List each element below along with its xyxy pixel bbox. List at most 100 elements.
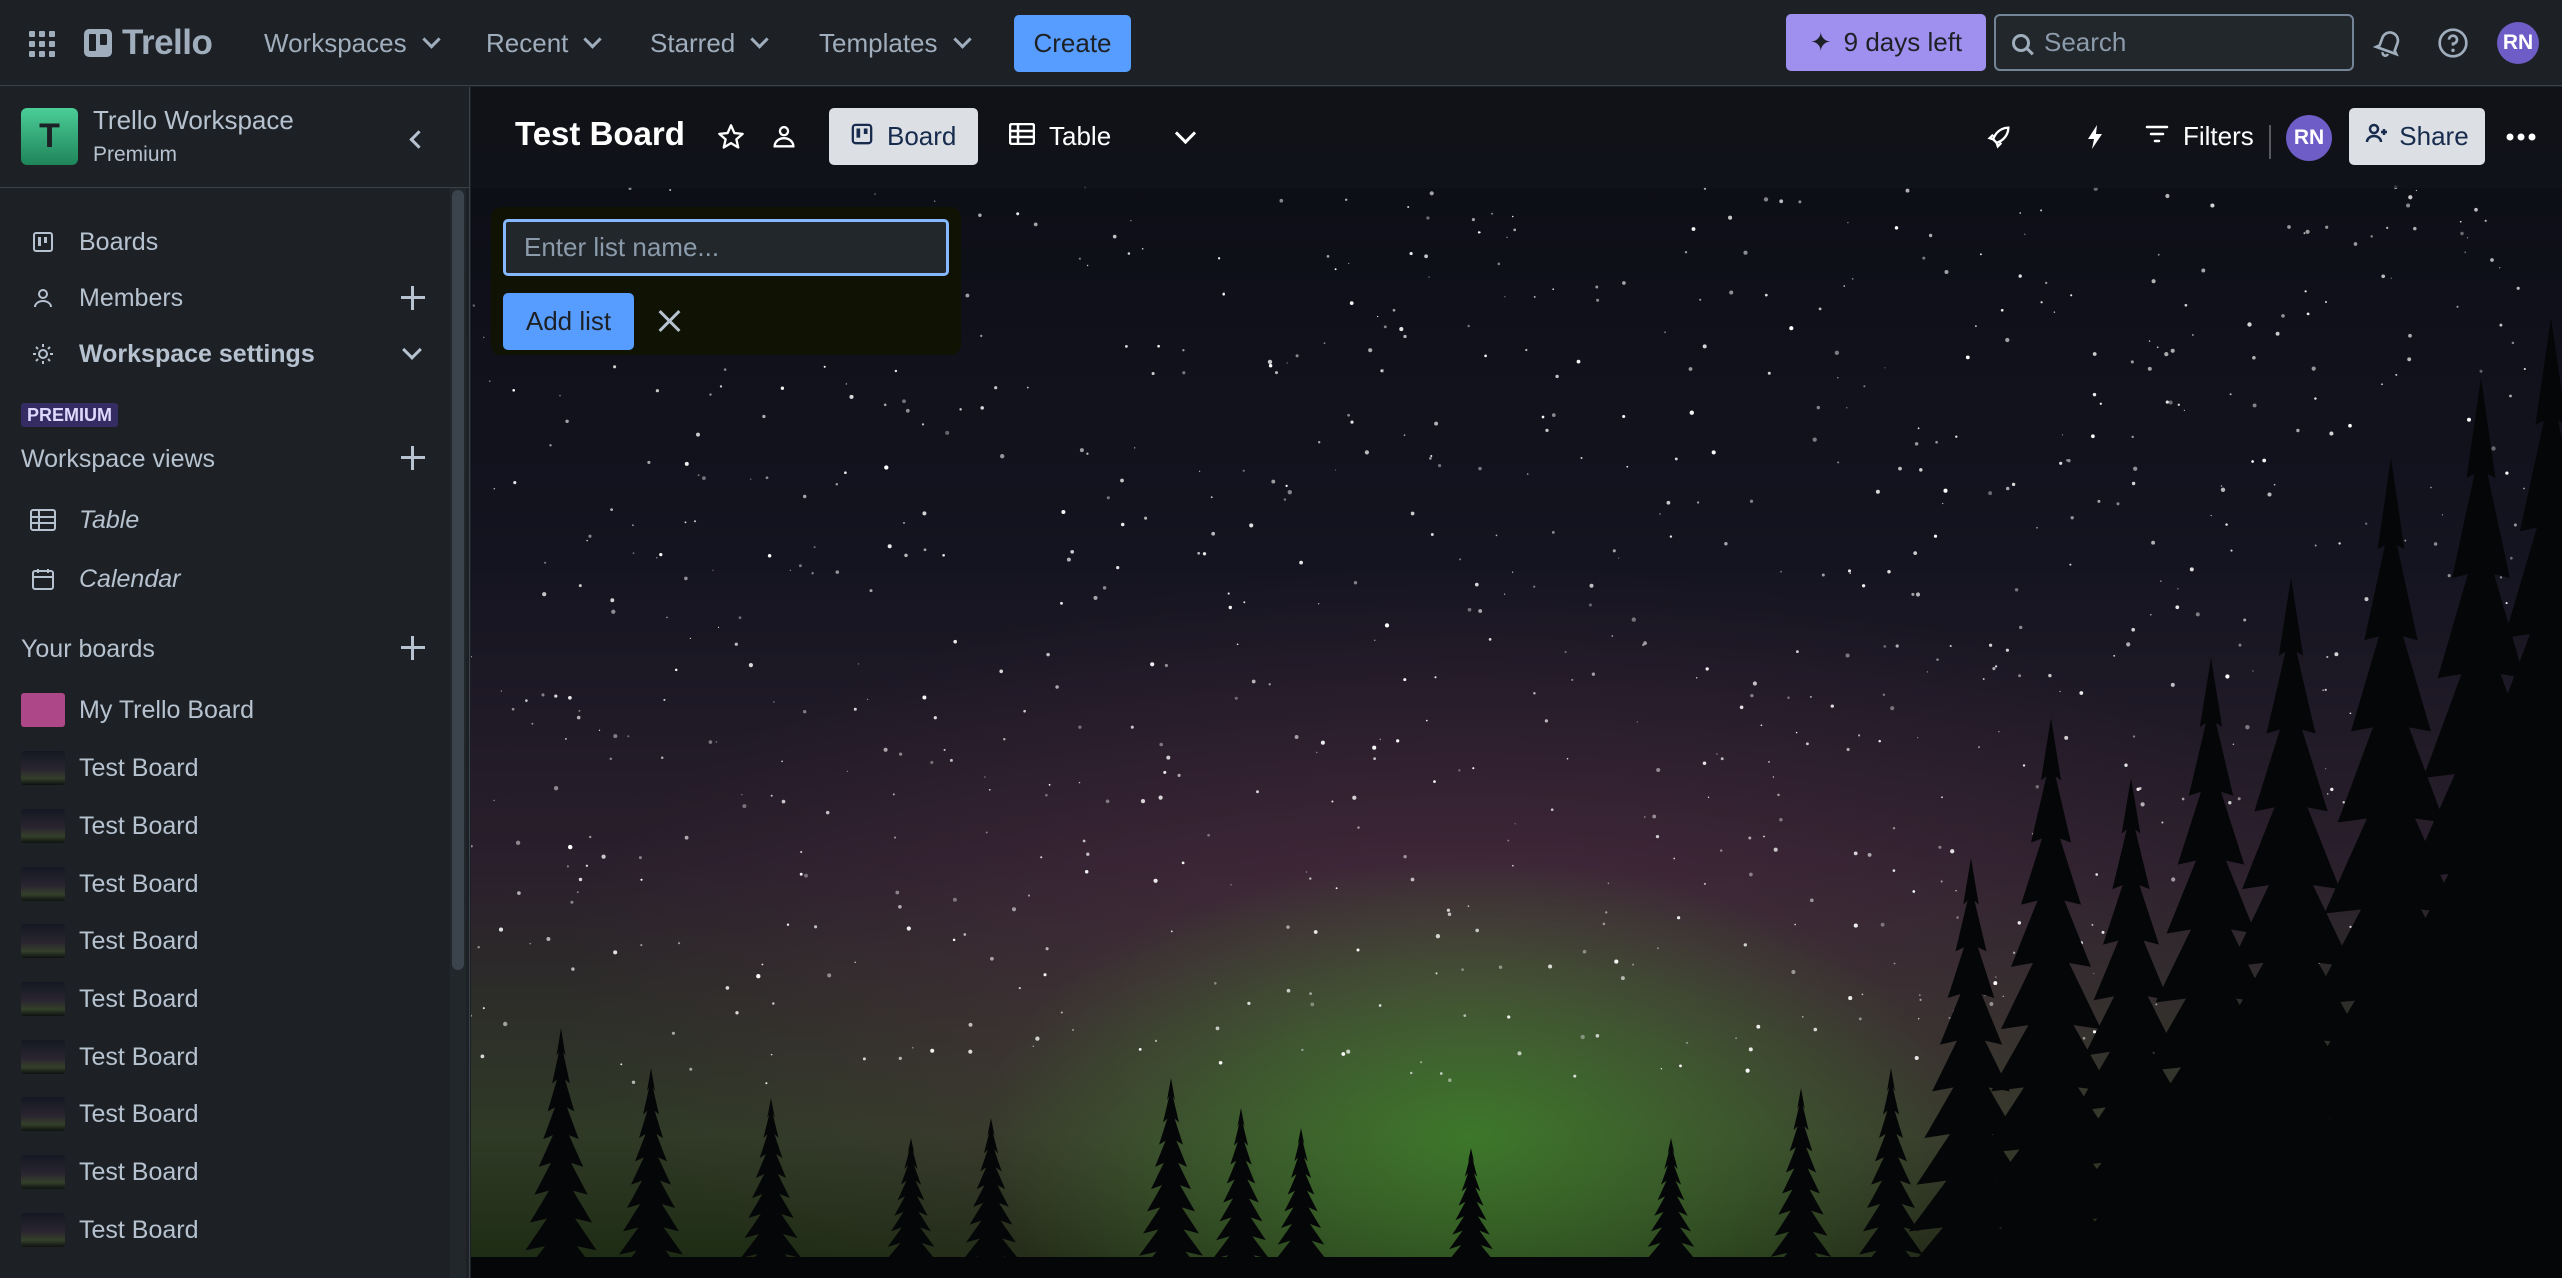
board-thumbnail [21,867,65,901]
templates-menu-label: Templates [819,27,938,58]
share-button[interactable]: Share [2349,108,2485,165]
more-views-chevron-icon[interactable] [1165,117,1205,157]
workspace-sidebar: T Trello Workspace Premium Boards Member… [0,87,470,1278]
sidebar-board-label: My Trello Board [79,695,255,724]
starred-menu[interactable]: Starred [640,18,776,68]
sidebar-board-item[interactable]: Test Board [0,1087,445,1141]
workspaces-menu[interactable]: Workspaces [254,18,448,68]
sidebar-board-item[interactable]: My Trello Board [0,683,445,737]
workspace-name[interactable]: Trello Workspace [93,105,294,136]
add-list-composer: Add list [491,207,961,355]
starred-menu-label: Starred [650,27,736,58]
board-canvas: Test Board Board Table Filters RN Share … [471,87,2562,1278]
sidebar-item-workspace-settings[interactable]: Workspace settings [0,327,445,381]
sidebar-board-label: Test Board [79,1042,199,1071]
recent-menu[interactable]: Recent [476,18,609,68]
tab-label: Table [1049,121,1112,151]
sidebar-item-members[interactable]: Members [0,271,445,325]
notifications-bell-icon[interactable] [2367,21,2411,65]
avatar: RN [2286,115,2332,161]
table-icon [30,507,56,533]
filter-icon [2145,121,2169,152]
close-icon[interactable] [649,301,689,341]
tab-label: Board [887,121,957,151]
board-thumbnail [21,693,65,727]
board-thumbnail [21,924,65,958]
trial-days-left-button[interactable]: ✦ 9 days left [1786,14,1986,71]
sidebar-board-label: Test Board [79,811,199,840]
sidebar-board-label: Test Board [79,926,199,955]
person-icon [30,285,56,311]
list-name-input[interactable] [503,219,949,276]
sidebar-board-item[interactable]: Test Board [0,857,445,911]
sidebar-board-label: Test Board [79,1099,199,1128]
sidebar-board-item[interactable]: Test Board [0,799,445,853]
user-avatar-button[interactable]: RN [2496,21,2540,65]
trello-logo-text: Trello [122,23,213,62]
sidebar-board-item[interactable]: Test Board [0,1145,445,1199]
premium-badge: PREMIUM [21,403,118,427]
chevron-down-icon [402,340,422,360]
avatar: RN [2497,22,2539,64]
table-icon [1008,121,1036,152]
add-board-icon[interactable] [398,633,428,663]
sidebar-item-label: Workspace settings [79,339,315,368]
more-options-icon[interactable] [2501,117,2541,157]
filters-button[interactable]: Filters [2129,108,2270,165]
share-label: Share [2399,121,2469,151]
sidebar-item-boards[interactable]: Boards [0,215,445,269]
board-thumbnail [21,982,65,1016]
board-icon [30,229,56,255]
workspace-views-title: Workspace views [21,445,216,473]
sidebar-item-table-view[interactable]: Table [0,493,445,547]
tab-board-view[interactable]: Board [829,108,979,165]
sidebar-board-label: Test Board [79,869,199,898]
chevron-down-icon [750,29,769,49]
search-icon [2012,33,2030,52]
create-button[interactable]: Create [1014,15,1131,72]
board-title[interactable]: Test Board [515,115,685,153]
visibility-icon[interactable] [764,117,804,157]
board-member-avatar[interactable]: RN [2286,115,2332,161]
star-icon[interactable] [711,117,751,157]
sidebar-board-item[interactable]: Test Board [0,1030,445,1084]
apps-grid-icon[interactable] [20,22,64,66]
sidebar-board-label: Test Board [79,753,199,782]
sidebar-item-label: Members [79,283,184,312]
add-list-button[interactable]: Add list [503,293,634,350]
chevron-down-icon [583,29,603,49]
trello-logo[interactable]: Trello [84,22,213,64]
search-input[interactable] [2044,27,2344,58]
trial-days-left-label: 9 days left [1843,27,1963,57]
board-thumbnail [21,1040,65,1074]
add-person-icon [2365,121,2389,152]
chevron-left-icon [408,129,428,149]
add-member-icon[interactable] [398,283,428,313]
sidebar-scrollbar-thumb[interactable] [452,190,464,970]
calendar-icon [30,566,56,592]
add-workspace-view-icon[interactable] [398,443,428,473]
power-ups-rocket-icon[interactable] [1979,117,2019,157]
chevron-down-icon [421,29,441,49]
sidebar-board-item[interactable]: Test Board [0,914,445,968]
workspace-header: T Trello Workspace Premium [0,87,469,188]
sidebar-item-calendar-view[interactable]: Calendar [0,552,445,606]
board-icon [851,121,873,152]
board-thumbnail [21,809,65,843]
sidebar-board-item[interactable]: Test Board [0,972,445,1026]
templates-menu[interactable]: Templates [809,18,979,68]
sidebar-board-item[interactable]: Test Board [0,741,445,795]
header-divider [2269,125,2271,159]
collapse-sidebar-button[interactable] [395,119,435,159]
sparkle-icon: ✦ [1809,27,1832,57]
tab-table-view[interactable]: Table [987,108,1133,165]
board-thumbnail [21,751,65,785]
automation-lightning-icon[interactable] [2075,117,2115,157]
workspace-avatar[interactable]: T [21,108,78,165]
sidebar-board-item[interactable]: Test Board [0,1203,445,1257]
board-thumbnail [21,1155,65,1189]
gear-icon [30,341,56,367]
trello-logo-icon [84,29,112,57]
help-icon[interactable] [2431,21,2475,65]
board-thumbnail [21,1097,65,1131]
